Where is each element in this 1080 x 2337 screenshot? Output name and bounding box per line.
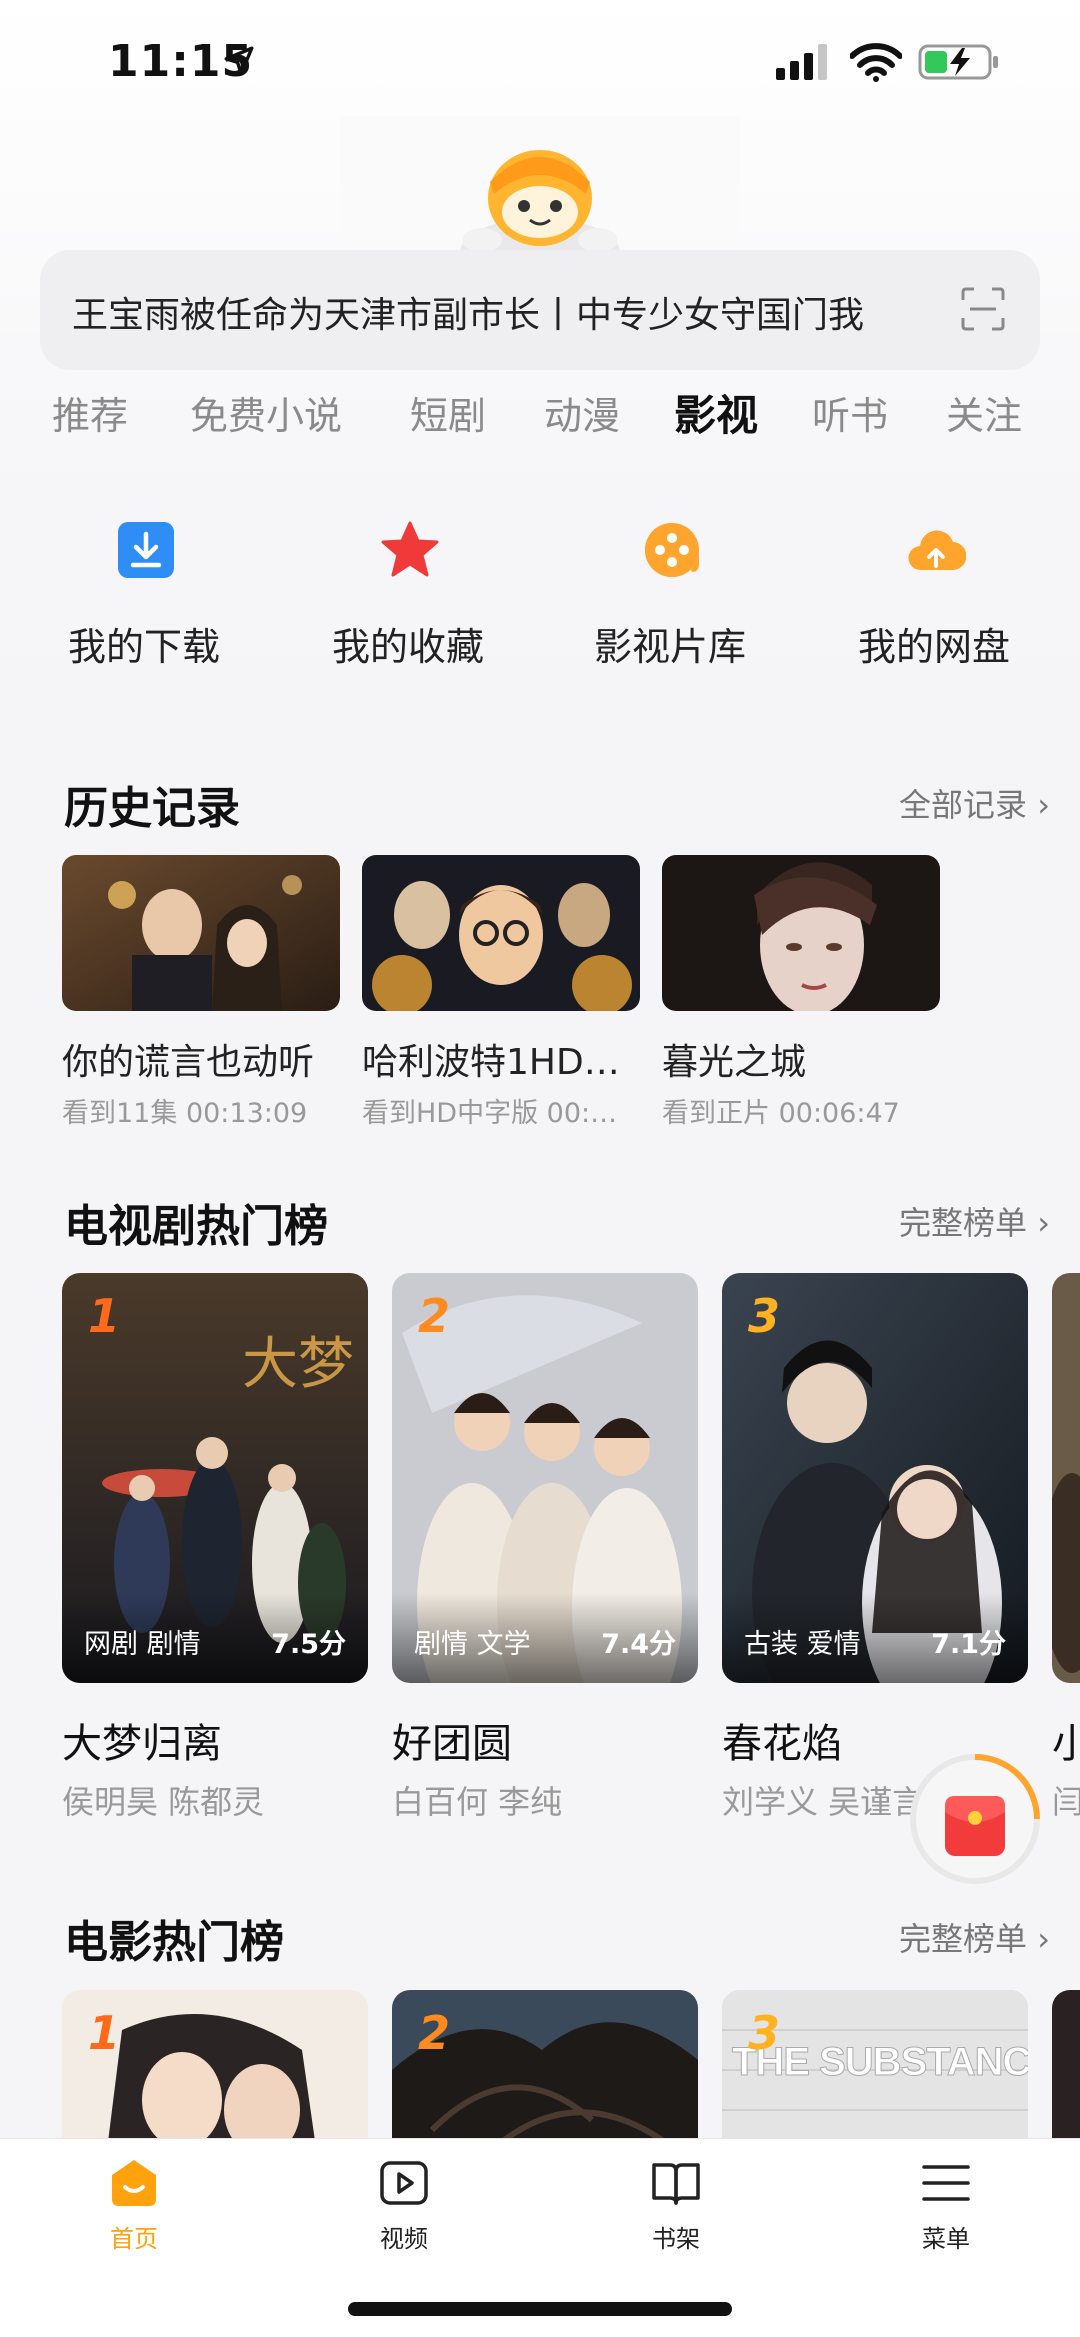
- tab-recommend[interactable]: 推荐: [52, 385, 128, 440]
- chevron-right-icon: ›: [1037, 786, 1050, 824]
- battery-charging-icon: [918, 44, 998, 80]
- tab-film-tv[interactable]: 影视: [674, 382, 758, 443]
- history-item[interactable]: 哈利波特1HD… 看到HD中字版 00:…: [362, 855, 640, 1130]
- poster-score: 7.5分: [271, 1629, 346, 1660]
- my-downloads-label: 我的下载: [67, 625, 220, 669]
- tv-title: 大梦归离: [62, 1721, 222, 1767]
- cloud-upload-icon: [908, 530, 966, 571]
- chevron-right-icon: ›: [1037, 1204, 1050, 1242]
- tv-poster: 大梦 1 网剧 剧情 7.5分: [62, 1273, 368, 1683]
- scan-icon[interactable]: [960, 286, 1006, 332]
- poster-tags: 剧情 文学: [414, 1629, 531, 1660]
- tv-poster: 3 古装 爱情 7.1分: [722, 1273, 1028, 1683]
- tv-cast: 白百何 李纯: [392, 1783, 563, 1821]
- status-bar: 11:15: [0, 0, 1080, 130]
- history-title: 历史记录: [64, 783, 240, 834]
- history-item[interactable]: 暮光之城 看到正片 00:06:47: [662, 855, 940, 1130]
- tv-title: 小: [1052, 1721, 1080, 1767]
- my-downloads-button[interactable]: 我的下载: [44, 520, 244, 670]
- rank-number: 3: [748, 1289, 781, 1343]
- nav-bookshelf-label: 书架: [652, 2225, 700, 2253]
- nav-home[interactable]: 首页: [54, 2157, 214, 2267]
- movie-rank-full-link-label: 完整榜单: [899, 1920, 1028, 1958]
- home-icon: [112, 2160, 156, 2206]
- poster-tags: 网剧 剧情: [84, 1629, 201, 1660]
- movie-rank-full-link[interactable]: 完整榜单 ›: [899, 1914, 1050, 1960]
- red-packet-float-button[interactable]: [908, 1752, 1042, 1886]
- book-icon: [652, 2163, 700, 2205]
- category-tabs: 推荐 免费小说 短剧 动漫 影视 听书 关注: [0, 385, 1080, 455]
- tv-rank-card[interactable]: 小 闫: [1052, 1273, 1080, 1823]
- search-bar[interactable]: 王宝雨被任命为天津市副市长丨中专少女守国门我: [40, 250, 1040, 370]
- tv-rank-card[interactable]: 2 剧情 文学 7.4分 好团圆 白百何 李纯: [392, 1273, 698, 1823]
- history-item-progress: 看到11集 00:13:09: [62, 1098, 308, 1129]
- my-cloud-drive-label: 我的网盘: [857, 625, 1010, 669]
- poster-score: 7.4分: [601, 1629, 676, 1660]
- movie-rank-title: 电影热门榜: [64, 1917, 284, 1968]
- cellular-signal-icon: [776, 44, 827, 80]
- poster-tags: 古装 爱情: [744, 1629, 861, 1660]
- tab-anime[interactable]: 动漫: [544, 385, 620, 440]
- home-indicator: [348, 2302, 732, 2316]
- rank-number: 2: [418, 1289, 451, 1343]
- nav-menu-label: 菜单: [922, 2225, 970, 2253]
- download-icon: [118, 522, 174, 578]
- rank-number: 2: [418, 2006, 451, 2060]
- history-item-title: 暮光之城: [662, 1042, 807, 1083]
- star-icon: [381, 521, 439, 577]
- menu-icon: [922, 2165, 970, 2201]
- tab-following[interactable]: 关注: [946, 385, 1022, 440]
- tab-short-drama[interactable]: 短剧: [410, 385, 486, 440]
- nav-video[interactable]: 视频: [324, 2157, 484, 2267]
- nav-video-label: 视频: [380, 2225, 428, 2253]
- poster-score: 7.1分: [931, 1629, 1006, 1660]
- mascot-illustration: [340, 116, 740, 252]
- rank-number: 3: [748, 2006, 781, 2060]
- chevron-right-icon: ›: [1037, 1920, 1050, 1958]
- history-all-link-label: 全部记录: [899, 786, 1028, 824]
- nav-menu[interactable]: 菜单: [866, 2157, 1026, 2267]
- tv-rank-title: 电视剧热门榜: [64, 1201, 328, 1252]
- film-library-button[interactable]: 影视片库: [570, 520, 770, 670]
- tv-rank-card[interactable]: 3 古装 爱情 7.1分 春花焰 刘学义 吴谨言: [722, 1273, 1028, 1823]
- tv-rank-full-link-label: 完整榜单: [899, 1204, 1028, 1242]
- tv-cast: 闫: [1052, 1783, 1080, 1821]
- history-all-link[interactable]: 全部记录 ›: [899, 780, 1050, 826]
- rank-number: 1: [88, 1289, 121, 1343]
- my-favorites-label: 我的收藏: [331, 625, 484, 669]
- film-library-label: 影视片库: [593, 625, 746, 669]
- history-item[interactable]: 你的谎言也动听 看到11集 00:13:09: [62, 855, 340, 1130]
- history-thumbnail: [62, 855, 340, 1011]
- history-thumbnail: [362, 855, 640, 1011]
- rank-number: 1: [88, 2006, 121, 2060]
- history-item-title: 哈利波特1HD…: [362, 1042, 620, 1083]
- wifi-icon: [850, 43, 902, 82]
- film-reel-icon: [645, 523, 699, 577]
- tv-cast: 侯明昊 陈都灵: [62, 1783, 265, 1821]
- nav-bookshelf[interactable]: 书架: [596, 2157, 756, 2267]
- location-arrow-icon: [224, 46, 254, 76]
- tv-rank-card[interactable]: 大梦 1 网剧 剧情 7.5分 大梦归离 侯明昊 陈都灵: [62, 1273, 368, 1823]
- tv-poster: 2 剧情 文学 7.4分: [392, 1273, 698, 1683]
- history-item-progress: 看到正片 00:06:47: [662, 1098, 900, 1129]
- history-item-title: 你的谎言也动听: [62, 1042, 315, 1083]
- search-hot-query[interactable]: 王宝雨被任命为天津市副市长丨中专少女守国门我: [72, 286, 952, 336]
- svg-text:大梦: 大梦: [242, 1332, 354, 1397]
- tab-audiobooks[interactable]: 听书: [812, 385, 888, 440]
- tab-free-novels[interactable]: 免费小说: [190, 385, 342, 440]
- my-favorites-button[interactable]: 我的收藏: [308, 520, 508, 670]
- history-thumbnail: [662, 855, 940, 1011]
- tv-rank-full-link[interactable]: 完整榜单 ›: [899, 1198, 1050, 1244]
- history-item-progress: 看到HD中字版 00:…: [362, 1098, 618, 1129]
- nav-home-label: 首页: [110, 2225, 158, 2253]
- my-cloud-drive-button[interactable]: 我的网盘: [834, 520, 1034, 670]
- video-play-icon: [380, 2161, 428, 2205]
- tv-title: 好团圆: [392, 1721, 512, 1767]
- tv-poster: [1052, 1273, 1080, 1683]
